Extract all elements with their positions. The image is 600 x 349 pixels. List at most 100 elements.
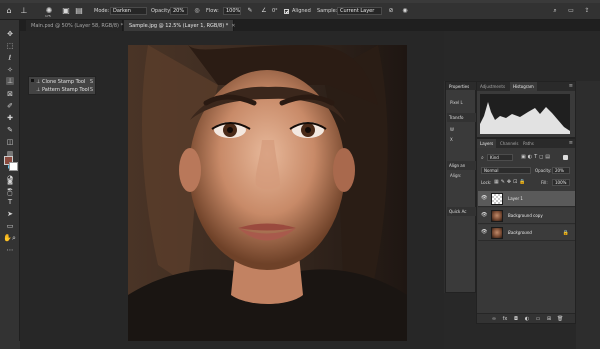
- link-layers-icon[interactable]: ∞: [491, 316, 497, 322]
- toggle-brush-settings-icon[interactable]: ▣: [61, 6, 71, 16]
- quick-actions-section[interactable]: Quick Ac: [447, 207, 476, 216]
- add-mask-icon[interactable]: ◘: [513, 316, 519, 322]
- move-tool-icon[interactable]: ✥: [6, 30, 14, 38]
- shortcut-key: S: [89, 87, 93, 93]
- layer-name[interactable]: Background: [508, 230, 532, 235]
- layer-name[interactable]: Layer 1: [508, 196, 523, 201]
- properties-tab[interactable]: Properties: [446, 82, 477, 90]
- share-icon[interactable]: ⇪: [582, 6, 592, 16]
- hand-tool-icon[interactable]: ✋: [3, 234, 12, 242]
- path-select-tool-icon[interactable]: ➤: [6, 210, 14, 218]
- filter-toggle-icon[interactable]: [563, 155, 568, 160]
- layers-bottom-bar: ∞ fx ◘ ◐ ▭ ⊞ 🗑: [477, 313, 575, 323]
- layer-style-icon[interactable]: fx: [502, 316, 508, 322]
- layer-row-layer-1[interactable]: 👁 Layer 1: [478, 191, 575, 207]
- mode-label: Mode:: [94, 8, 110, 14]
- layer-filter-row: ⌕ Kind ▣◐T◻▤: [477, 154, 575, 162]
- status-strip: [0, 341, 20, 349]
- flow-input[interactable]: 100%: [223, 7, 241, 15]
- visibility-eye-icon[interactable]: 👁: [481, 213, 487, 218]
- shortcut-key: S: [89, 79, 93, 85]
- fill-label: Fill:: [541, 180, 548, 185]
- panel-menu-icon[interactable]: ≡: [569, 83, 573, 89]
- panel-menu-icon[interactable]: ≡: [569, 140, 573, 146]
- sample-select[interactable]: Current Layer: [337, 7, 382, 15]
- frame-tool-icon[interactable]: ⊠: [6, 90, 14, 98]
- histogram-panel: Adjustments Histogram ≡: [476, 81, 576, 138]
- lock-icon[interactable]: 🔒: [563, 230, 569, 236]
- align-section[interactable]: Align an: [447, 161, 476, 170]
- flyout-item-label: Pattern Stamp Tool: [42, 87, 90, 93]
- search-icon[interactable]: ⌕: [550, 6, 560, 16]
- lock-icons[interactable]: ▦✎✥⊡🔒: [494, 179, 528, 185]
- aligned-checkbox[interactable]: [284, 9, 289, 14]
- new-group-icon[interactable]: ▭: [535, 316, 541, 322]
- tab-sample-jpg[interactable]: Sample.jpg @ 12.5% (Layer 1, RGB/8) * ✕: [124, 20, 235, 31]
- brush-tool-icon[interactable]: ✎: [6, 126, 14, 134]
- toggle-clone-source-icon[interactable]: ▤: [74, 6, 84, 16]
- layer-opacity-label: Opacity:: [535, 168, 552, 173]
- adjustment-layer-icon[interactable]: ◐: [524, 316, 530, 322]
- ignore-adjustment-layers-icon[interactable]: ⊘: [386, 6, 396, 16]
- histogram-panel-tabs: Adjustments Histogram ≡: [477, 82, 575, 91]
- zoom-tool-icon[interactable]: ⌕: [11, 234, 17, 242]
- options-bar: ⌂ ⊥ ✺ 175 ▣ ▤ Mode: Darken Opacity: 20% …: [0, 3, 600, 20]
- healing-brush-tool-icon[interactable]: ✚: [6, 114, 14, 122]
- airbrush-icon[interactable]: ✎: [245, 6, 255, 16]
- layers-panel: Layers Channels Paths ≡ ⌕ Kind ▣◐T◻▤ Nor…: [476, 138, 576, 324]
- width-label: W: [450, 127, 454, 132]
- home-icon[interactable]: ⌂: [4, 6, 14, 16]
- tab-channels[interactable]: Channels: [497, 139, 522, 148]
- close-icon[interactable]: ✕: [231, 23, 235, 29]
- selected-indicator: [31, 79, 34, 82]
- fill-input[interactable]: 100%: [552, 179, 570, 186]
- blend-mode-select[interactable]: Normal: [481, 167, 531, 174]
- screen-mode-icon[interactable]: ▢: [6, 190, 14, 198]
- transform-section[interactable]: Transfo: [447, 113, 476, 122]
- eyedropper-tool-icon[interactable]: ✐: [6, 102, 14, 110]
- rectangle-tool-icon[interactable]: ▭: [6, 222, 14, 230]
- background-color-swatch[interactable]: [9, 162, 18, 171]
- layer-row-background[interactable]: 👁 Background 🔒: [478, 225, 575, 241]
- layer-name[interactable]: Background copy: [508, 213, 543, 218]
- document-image[interactable]: [128, 45, 407, 341]
- visibility-eye-icon[interactable]: 👁: [481, 230, 487, 235]
- align-label: Align:: [450, 173, 462, 178]
- visibility-eye-icon[interactable]: 👁: [481, 196, 487, 201]
- angle-value[interactable]: 0°: [272, 8, 278, 14]
- layer-opacity-input[interactable]: 20%: [552, 167, 570, 174]
- tab-adjustments[interactable]: Adjustments: [477, 82, 508, 91]
- flyout-item-clone-stamp[interactable]: ⊥ Clone Stamp Tool S: [31, 78, 94, 86]
- toolbar: ✥ ⬚ ℓ ✧ ⌗ ⊠ ✐ ✚ ✎ ⊥ ◫ ▥ 💧 ◔ ✒ T ➤ ▭ ✋ ⌕ …: [0, 20, 20, 349]
- tab-histogram[interactable]: Histogram: [510, 82, 537, 91]
- filter-type-icons[interactable]: ▣◐T◻▤: [521, 154, 552, 160]
- flow-label: Flow:: [206, 8, 219, 14]
- delete-layer-icon[interactable]: 🗑: [557, 316, 563, 322]
- type-tool-icon[interactable]: T: [6, 198, 14, 206]
- new-layer-icon[interactable]: ⊞: [546, 316, 552, 322]
- tab-paths[interactable]: Paths: [520, 139, 537, 148]
- clone-stamp-tool-icon[interactable]: ⊥: [6, 77, 14, 85]
- quick-select-tool-icon[interactable]: ✧: [6, 66, 14, 74]
- more-tools-icon[interactable]: ⋯: [6, 246, 14, 254]
- pressure-opacity-icon[interactable]: ◎: [192, 6, 202, 16]
- clone-stamp-tool-icon[interactable]: ⊥: [19, 6, 29, 16]
- tab-main-psd[interactable]: Main.psd @ 50% (Layer 58, RGB/8) *✕: [26, 20, 130, 31]
- flyout-item-pattern-stamp[interactable]: ⊥ Pattern Stamp Tool S: [31, 86, 94, 94]
- opacity-input[interactable]: 20%: [170, 7, 188, 15]
- tab-layers[interactable]: Layers: [477, 139, 497, 148]
- document-tabs: Main.psd @ 50% (Layer 58, RGB/8) *✕ Samp…: [20, 20, 600, 31]
- brush-size-readout: 175: [45, 14, 51, 18]
- pressure-size-icon[interactable]: ◉: [400, 6, 410, 16]
- eraser-tool-icon[interactable]: ◫: [6, 138, 14, 146]
- properties-panel: Properties Pixel L Transfo W X Align an …: [445, 81, 477, 293]
- layer-row-background-copy[interactable]: 👁 Background copy: [478, 208, 575, 224]
- workspace-icon[interactable]: ▭: [566, 6, 576, 16]
- layer-thumbnail: [491, 227, 503, 239]
- right-panel-strip: [576, 81, 600, 349]
- marquee-tool-icon[interactable]: ⬚: [6, 42, 14, 50]
- lasso-tool-icon[interactable]: ℓ: [6, 54, 14, 62]
- mode-select[interactable]: Darken: [110, 7, 147, 15]
- filter-kind-select[interactable]: Kind: [487, 154, 513, 161]
- quick-mask-icon[interactable]: ◙: [6, 178, 14, 186]
